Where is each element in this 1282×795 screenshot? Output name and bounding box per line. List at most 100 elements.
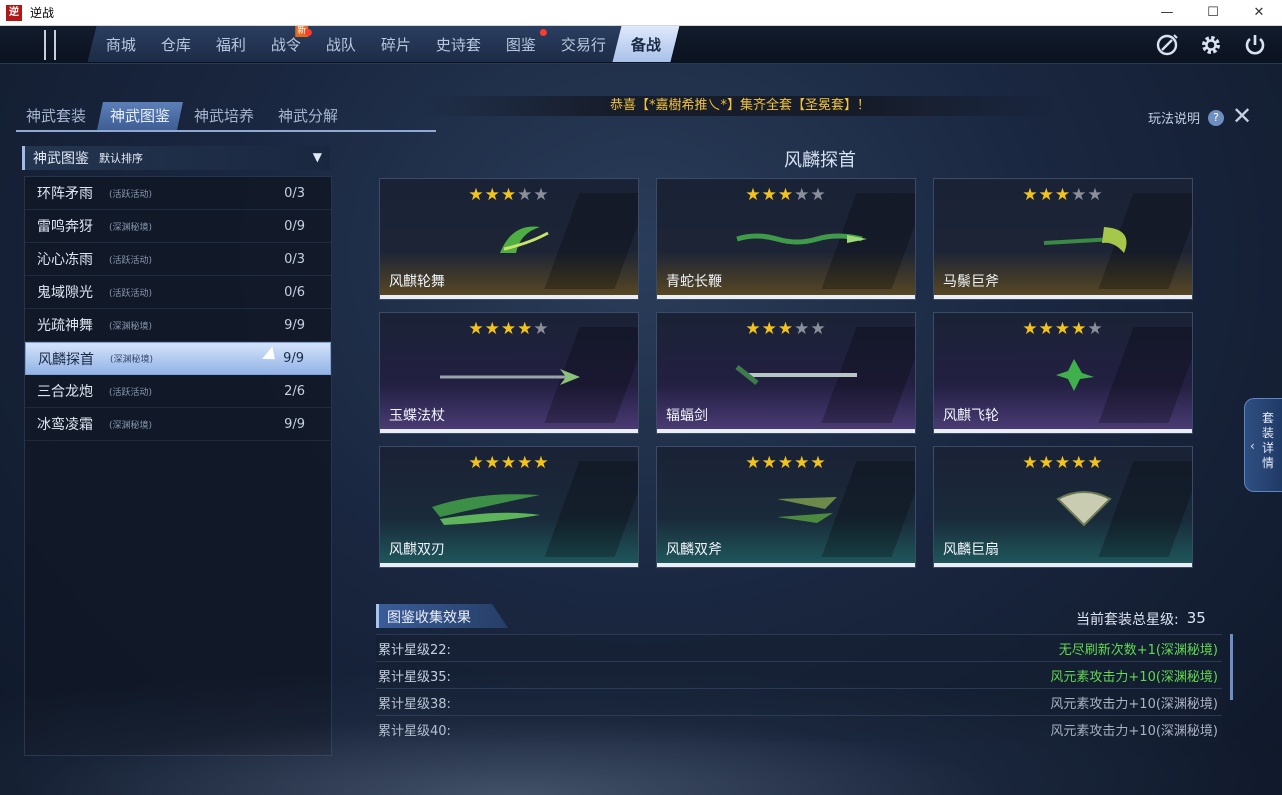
star-filled-icon: ★ [1054,319,1072,339]
star-filled-icon: ★ [484,185,501,205]
star-filled-icon: ★ [468,453,485,473]
weapon-name: 玉蝶法杖 [389,408,445,424]
maximize-button[interactable]: ☐ [1190,0,1236,26]
set-details-tab[interactable]: ‹ 套装详情 [1244,398,1282,492]
star-filled-icon: ★ [517,453,534,473]
list-item[interactable]: 三合龙炮 (活跃活动) 2/6 [25,375,331,408]
nav-tab-label: 交易行 [561,35,607,54]
star-filled-icon: ★ [1054,453,1072,473]
star-empty-icon: ★ [810,319,827,339]
list-item[interactable]: 沁心冻雨 (活跃活动) 0/3 [25,243,331,276]
star-filled-icon: ★ [777,319,795,339]
card-bottom-bar [657,429,915,433]
effect-value: 风元素攻击力+10(深渊秘境) [1050,723,1218,739]
nav-tab-label: 碎片 [381,35,412,54]
star-filled-icon: ★ [761,453,778,473]
weapon-image [974,219,1154,259]
close-panel-icon[interactable]: ✕ [1232,102,1252,130]
effects-scrollbar[interactable] [1230,634,1233,700]
star-rating: ★★★★★ [934,185,1192,205]
set-source-tag: (活跃活动) [109,255,153,266]
subtab-2[interactable]: 神武培养 [184,102,264,130]
subtab-label: 神武培养 [194,107,255,125]
subtab-0[interactable]: 神武套装 [16,102,96,130]
star-filled-icon: ★ [1071,319,1088,339]
star-empty-icon: ★ [794,185,811,205]
collection-effects-header: 图鉴收集效果 [376,604,508,628]
minimize-button[interactable]: — [1144,0,1190,26]
nav-tab-label: 图鉴 [506,35,537,54]
set-progress: 9/9 [284,416,305,432]
weapon-name: 辐蝠剑 [666,408,708,424]
star-filled-icon: ★ [1054,185,1072,205]
card-bottom-bar [380,563,638,567]
set-title: 风麟探首 [784,150,856,171]
star-empty-icon: ★ [1071,185,1088,205]
star-filled-icon: ★ [468,319,485,339]
star-filled-icon: ★ [1038,453,1055,473]
star-filled-icon: ★ [484,453,501,473]
game-logo-icon[interactable] [44,30,56,60]
star-filled-icon: ★ [500,319,518,339]
weapon-card[interactable]: ★★★★★ 风麟巨扇 [933,446,1193,568]
total-stars-label: 当前套装总星级: [1076,612,1179,628]
list-item[interactable]: 鬼域隙光 (活跃活动) 0/6 [25,276,331,309]
weapon-card[interactable]: ★★★★★ 风麒双刃 [379,446,639,568]
star-filled-icon: ★ [1038,185,1055,205]
sort-dropdown-value[interactable]: 默认排序 [99,150,143,166]
weapon-image [697,219,877,259]
set-list-header[interactable]: 神武图鉴 默认排序 ▼ [22,146,330,170]
weapon-card[interactable]: ★★★★★ 风麟双斧 [656,446,916,568]
nav-tab-9[interactable]: 备战 [612,26,681,62]
subtab-3[interactable]: 神武分解 [268,102,348,130]
weapon-card[interactable]: ★★★★★ 风麒轮舞 [379,178,639,300]
list-item[interactable]: 雷鸣奔犽 (深渊秘境) 0/9 [25,210,331,243]
nav-tab-label: 福利 [216,35,247,54]
help-label: 玩法说明 [1148,112,1201,127]
weapon-card[interactable]: ★★★★★ 辐蝠剑 [656,312,916,434]
star-filled-icon: ★ [500,185,518,205]
star-empty-icon: ★ [1087,185,1104,205]
close-window-button[interactable]: ✕ [1236,0,1282,26]
notification-dot-icon [539,29,547,36]
subtab-1[interactable]: 神武图鉴 [97,102,184,130]
set-source-tag: (活跃活动) [109,288,153,299]
weapon-card[interactable]: ★★★★★ 马鬃巨斧 [933,178,1193,300]
dropdown-arrow-icon[interactable]: ▼ [313,150,322,164]
nav-tabs: 商城 仓库 福利 战令新战队 碎片 史诗套 图鉴 交易行 备战 [87,26,681,62]
effect-row: 累计星级40: 风元素攻击力+10(深渊秘境) [376,715,1222,742]
window-controls: — ☐ ✕ [1144,0,1282,26]
list-item[interactable]: 光疏神舞 (深渊秘境) 9/9 [25,309,331,342]
set-source-tag: (深渊秘境) [110,355,154,365]
gear-icon[interactable] [1194,31,1228,59]
set-progress: 2/6 [284,383,305,399]
star-rating: ★★★★★ [657,453,915,473]
weapon-card[interactable]: ★★★★★ 玉蝶法杖 [379,312,639,434]
collection-effects-list: 累计星级22: 无尽刷新次数+1(深渊秘境) 累计星级35: 风元素攻击力+10(深渊… [376,634,1222,742]
star-filled-icon: ★ [1071,453,1088,473]
effect-value: 无尽刷新次数+1(深渊秘境) [1058,642,1218,658]
star-filled-icon: ★ [533,453,550,473]
weapon-card[interactable]: ★★★★★ 青蛇长鞭 [656,178,916,300]
help-link[interactable]: 玩法说明 ? [1148,108,1225,127]
set-progress: 0/3 [284,185,305,201]
star-filled-icon: ★ [1022,453,1039,473]
power-icon[interactable] [1238,31,1272,59]
compass-icon[interactable] [1150,31,1184,59]
star-filled-icon: ★ [500,453,518,473]
weapon-image [974,487,1154,527]
set-name: 风麟探首 [38,351,94,368]
set-name: 三合龙炮 [37,384,93,400]
weapon-card[interactable]: ★★★★★ 风麒飞轮 [933,312,1193,434]
weapon-name: 风麒飞轮 [943,408,999,424]
set-source-tag: (深渊秘境) [109,321,153,332]
list-item[interactable]: 冰鸾凌霜 (深渊秘境) 9/9 [25,408,331,441]
list-item[interactable]: 风麟探首 (深渊秘境) 9/9 [25,342,331,375]
nav-tab-label: 商城 [106,35,137,54]
weapon-name: 青蛇长鞭 [666,274,722,290]
top-nav: 商城 仓库 福利 战令新战队 碎片 史诗套 图鉴 交易行 备战 [0,26,1282,64]
star-rating: ★★★★★ [934,319,1192,339]
weapon-image [420,487,600,527]
list-item[interactable]: 环阵矛雨 (活跃活动) 0/3 [25,177,331,210]
star-filled-icon: ★ [1022,185,1039,205]
